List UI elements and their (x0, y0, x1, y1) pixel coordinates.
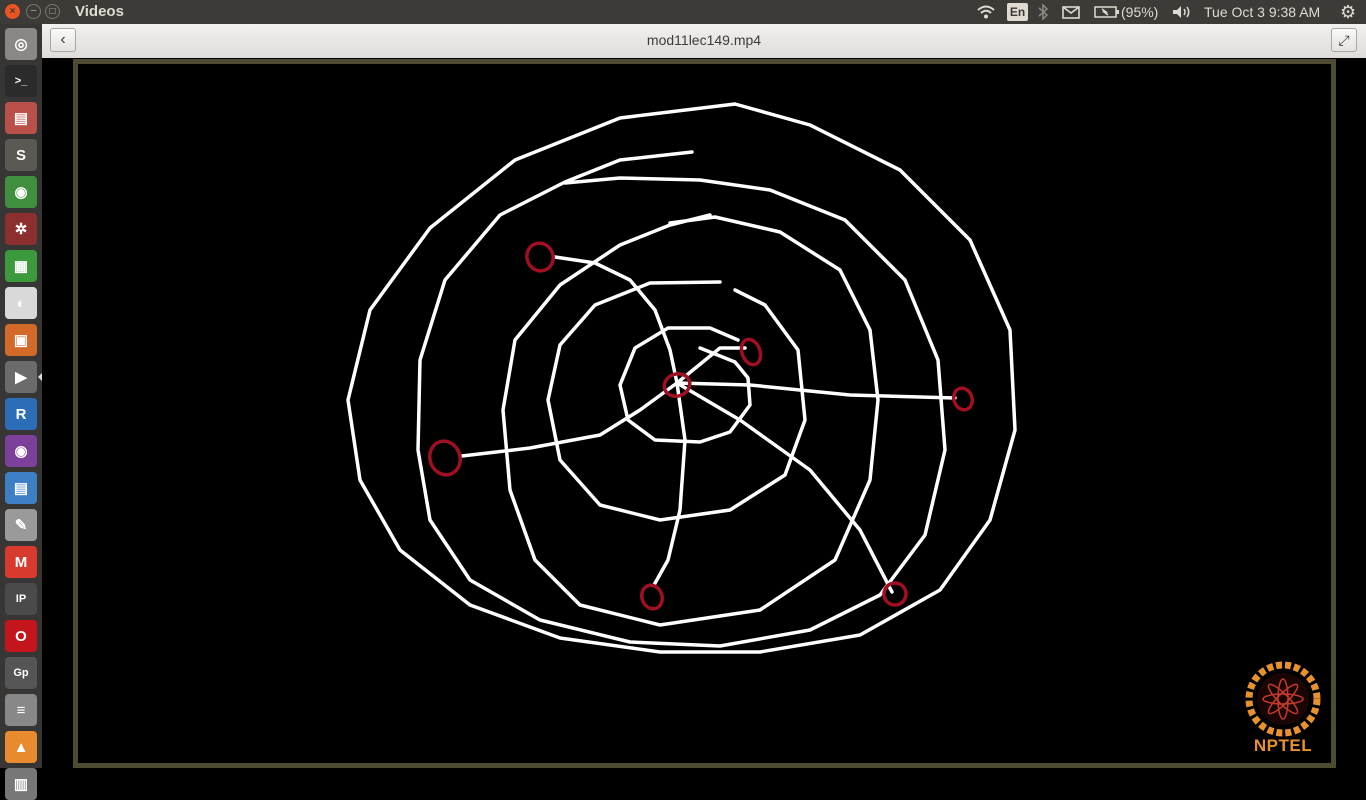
drawn-spoke (675, 381, 894, 594)
red-node-marker (639, 583, 665, 611)
drawn-loop (416, 150, 947, 648)
top-panel: × – □ Videos En (95%) Tue Oct 3 9:38 AM … (0, 0, 1366, 24)
whiteboard-drawing (346, 102, 1017, 654)
wifi-icon[interactable] (976, 0, 996, 24)
header-bar: ‹ mod11lec149.mp4 ⤢ (42, 24, 1366, 59)
stack-icon[interactable]: ≡ (5, 694, 37, 726)
settings-app-icon[interactable]: ✲ (5, 213, 37, 245)
app-title: Videos (75, 3, 124, 20)
terminal-icon[interactable]: >_ (5, 65, 37, 97)
mail-icon[interactable] (1061, 0, 1081, 24)
files-icon[interactable]: ▤ (5, 102, 37, 134)
video-frame[interactable]: NPTEL (73, 59, 1336, 768)
videos-icon[interactable]: ▶ (5, 361, 37, 393)
trash-icon[interactable]: ▥ (5, 768, 37, 800)
dash-icon[interactable]: ◎ (5, 28, 37, 60)
minimize-button[interactable]: – (26, 4, 41, 19)
volume-icon[interactable] (1171, 0, 1193, 24)
video-title: mod11lec149.mp4 (646, 32, 762, 48)
gear-icon[interactable]: ⚙ (1340, 0, 1356, 24)
text-editor-icon[interactable]: ✎ (5, 509, 37, 541)
battery-icon[interactable] (1094, 0, 1120, 24)
chrome-icon[interactable]: ◉ (5, 176, 37, 208)
red-node-marker (428, 439, 462, 477)
drawn-loop (546, 280, 807, 522)
opera-icon[interactable]: O (5, 620, 37, 652)
keyboard-language-indicator[interactable]: En (1007, 3, 1028, 21)
red-node-marker (882, 581, 908, 607)
red-node-marker (739, 337, 763, 367)
sublime-icon[interactable]: S (5, 139, 37, 171)
red-node-marker (951, 386, 975, 412)
fullscreen-icon: ⤢ (1338, 32, 1350, 48)
calc-icon[interactable]: ▦ (5, 250, 37, 282)
close-button[interactable]: × (5, 4, 20, 19)
drawn-spoke (675, 381, 957, 400)
drawn-spoke (460, 381, 679, 458)
battery-percentage[interactable]: (95%) (1121, 0, 1158, 24)
nptel-logo-text: NPTEL (1253, 736, 1313, 755)
media-icon[interactable]: ◉ (5, 435, 37, 467)
writer-icon[interactable]: ▤ (5, 472, 37, 504)
clock[interactable]: Tue Oct 3 9:38 AM (1204, 0, 1320, 24)
video-player[interactable]: NPTEL (42, 58, 1366, 768)
maximize-button[interactable]: □ (45, 4, 60, 19)
evince-icon[interactable]: ◐ (5, 287, 37, 319)
install-icon[interactable]: ▲ (5, 731, 37, 763)
gp-icon[interactable]: Gp (5, 657, 37, 689)
drawn-spoke (652, 381, 687, 587)
bluetooth-icon[interactable] (1037, 0, 1049, 24)
fullscreen-button[interactable]: ⤢ (1331, 28, 1357, 52)
gmail-icon[interactable]: M (5, 546, 37, 578)
impress-icon[interactable]: ▣ (5, 324, 37, 356)
r-icon[interactable]: R (5, 398, 37, 430)
ipython-icon[interactable]: IP (5, 583, 37, 615)
launcher: ◎ >_ ▤ S ◉ ✲ ▦ ◐ ▣ ▶ R ◉ ▤ ✎ M IP O Gp ≡ ▲ ▥ (0, 24, 43, 800)
red-node-marker (525, 241, 555, 273)
drawn-loop (501, 213, 880, 627)
